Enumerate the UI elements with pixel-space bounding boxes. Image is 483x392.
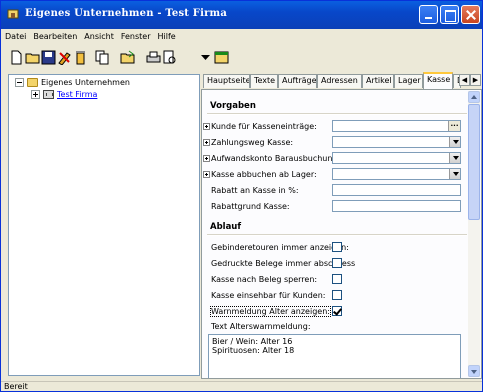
expand-icon[interactable] [31,90,40,99]
field-row-kunde: Kunde für Kasseneinträge: [203,122,317,131]
field-row-zahlungsweg: Zahlungsweg Kasse: [203,138,293,147]
warnmeldung-checkbox[interactable] [332,306,342,316]
menu-hilfe[interactable]: Hilfe [158,32,176,41]
zahlungsweg-select[interactable] [332,136,461,148]
print-icon[interactable] [146,50,161,65]
minimize-button[interactable] [419,5,438,24]
tab-scroll-right-icon[interactable]: ▶ [470,74,481,86]
sperren-checkbox[interactable] [332,274,342,284]
chevron-down-icon[interactable] [449,137,460,147]
rabattgrund-input[interactable] [332,200,461,212]
field-row-rabatt: Rabatt an Kasse in %: [211,186,299,195]
field-row-rabattgrund: Rabattgrund Kasse: [211,202,290,211]
close-button[interactable] [461,5,480,24]
rabatt-input[interactable] [332,184,461,196]
menu-datei[interactable]: Datei [5,32,26,41]
check-row-warnmeldung: Warnmeldung Alter anzeigen: [210,306,331,317]
scroll-down-button[interactable] [468,365,480,377]
folder-action-icon[interactable] [120,50,135,65]
tab-scroll-left-icon[interactable]: ◀ [459,74,470,86]
kunden-checkbox[interactable] [332,290,342,300]
maximize-button[interactable] [440,5,459,24]
aufwandskonto-select[interactable] [332,152,461,164]
tab-artikel[interactable]: Artikel [362,74,394,88]
company-icon [43,90,54,99]
field-row-aufwandskonto: Aufwandskonto Barausbuchung: [203,154,340,163]
kasse-panel: Vorgaben Kunde für Kasseneinträge: ... Z… [201,89,482,379]
check-row-gebinde: Gebinderetouren immer anzeigen: [211,243,349,252]
expand-icon[interactable] [203,171,210,178]
tree-node-root[interactable]: Eigenes Unternehmen [15,78,130,87]
alterswarnmeldung-label: Text Alterswarnmeldung: [211,322,311,331]
tab-texte[interactable]: Texte [250,74,278,88]
field-label-lager: Kasse abbuchen ab Lager: [211,170,317,179]
tree-company-label[interactable]: Test Firma [57,90,97,99]
expand-icon[interactable] [203,123,210,130]
tab-strip: Hauptseite Texte Aufträge Adressen Artik… [201,72,482,89]
tree-root-label[interactable]: Eigenes Unternehmen [41,78,130,87]
collapse-icon[interactable] [15,78,24,87]
text-alterswarnmeldung-row: Text Alterswarnmeldung: [211,322,311,331]
menu-bar: Datei Bearbeiten Ansicht Fenster Hilfe [1,29,482,44]
section-divider [207,113,467,115]
tab-lager[interactable]: Lager [394,74,423,88]
window-icon[interactable] [214,50,229,65]
app-icon [7,9,19,19]
lager-select[interactable] [332,168,461,180]
chevron-down-icon [471,370,477,374]
menu-ansicht[interactable]: Ansicht [84,32,114,41]
menu-fenster[interactable]: Fenster [121,32,151,41]
field-label-rabatt: Rabatt an Kasse in %: [211,186,299,195]
app-window: Eigenes Unternehmen - Test Firma Datei B… [0,0,483,392]
print-preview-icon[interactable] [162,50,177,65]
expand-icon[interactable] [203,139,210,146]
title-bar[interactable]: Eigenes Unternehmen - Test Firma [1,1,482,29]
section-title-vorgaben: Vorgaben [210,101,256,111]
field-row-lager: Kasse abbuchen ab Lager: [203,170,317,179]
tab-hauptseite[interactable]: Hauptseite [203,74,250,88]
ellipsis-button[interactable]: ... [448,121,460,131]
gebinde-checkbox[interactable] [332,242,342,252]
alterswarnmeldung-textarea[interactable]: Bier / Wein: Alter 16 Spirituosen: Alter… [208,334,461,378]
tab-auftraege[interactable]: Aufträge [278,74,317,88]
tab-kasse[interactable]: Kasse [423,72,453,89]
check-label-kunden: Kasse einsehbar für Kunden: [211,291,326,300]
new-document-icon[interactable] [9,50,24,65]
check-label-gebinde: Gebinderetouren immer anzeigen: [211,243,349,252]
section-divider [207,234,467,236]
scroll-up-button[interactable] [468,91,480,103]
menu-bearbeiten[interactable]: Bearbeiten [33,32,77,41]
field-label-zahlungsweg: Zahlungsweg Kasse: [211,138,294,147]
belege-checkbox[interactable] [332,258,342,268]
status-bar: Bereit [1,381,482,392]
dropdown-arrow-icon[interactable] [198,50,213,65]
field-label-aufwandskonto: Aufwandskonto Barausbuchung: [211,154,341,163]
scroll-thumb[interactable] [468,104,480,220]
kunde-input[interactable]: ... [332,120,461,132]
save-icon[interactable] [41,50,56,65]
chevron-down-icon[interactable] [449,153,460,163]
check-row-sperren: Kasse nach Beleg sperren: [211,275,317,284]
toolbar [1,45,482,69]
vertical-scrollbar[interactable] [468,91,480,377]
open-folder-icon[interactable] [25,50,40,65]
check-label-sperren: Kasse nach Beleg sperren: [211,275,318,284]
check-row-kunden: Kasse einsehbar für Kunden: [211,291,325,300]
field-label-rabattgrund: Rabattgrund Kasse: [211,202,290,211]
delete-icon[interactable] [73,50,88,65]
tree-view: Eigenes Unternehmen Test Firma [8,74,200,376]
window-title: Eigenes Unternehmen - Test Firma [25,8,228,19]
chevron-up-icon [471,95,477,99]
tree-node-company[interactable]: Test Firma [31,90,97,99]
tab-adressen[interactable]: Adressen [317,74,362,88]
status-text: Bereit [4,382,28,391]
check-label-warnmeldung[interactable]: Warnmeldung Alter anzeigen: [210,306,331,317]
edit-icon[interactable] [57,50,72,65]
expand-icon[interactable] [203,155,210,162]
field-label-kunde: Kunde für Kasseneinträge: [211,122,317,131]
copy-icon[interactable] [95,50,110,65]
section-title-ablauf: Ablauf [210,222,242,232]
folder-icon [27,78,38,87]
chevron-down-icon[interactable] [449,169,460,179]
